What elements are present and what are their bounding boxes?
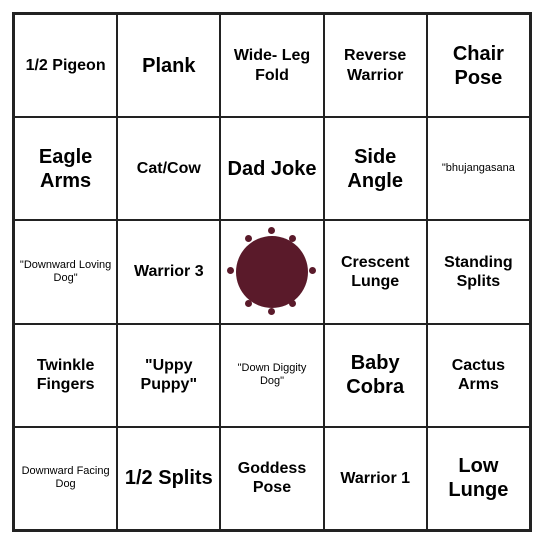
cell-r0c2: Wide- Leg Fold: [220, 14, 323, 117]
cell-r4c0: Downward Facing Dog: [14, 427, 117, 530]
free-space-dot: [245, 235, 252, 242]
free-space-dot: [289, 300, 296, 307]
cell-r1c0: Eagle Arms: [14, 117, 117, 220]
cell-r2c4: Standing Splits: [427, 220, 530, 323]
cell-r3c1: "Uppy Puppy": [117, 324, 220, 427]
cell-r2c3: Crescent Lunge: [324, 220, 427, 323]
free-space-dot: [309, 267, 316, 274]
cell-r4c3: Warrior 1: [324, 427, 427, 530]
cell-r4c1: 1/2 Splits: [117, 427, 220, 530]
cell-r2c2: [220, 220, 323, 323]
free-space-dot: [227, 267, 234, 274]
free-space-circle-container: [227, 227, 317, 317]
free-space-dot: [268, 227, 275, 234]
cell-r1c1: Cat/Cow: [117, 117, 220, 220]
cell-r1c2: Dad Joke: [220, 117, 323, 220]
cell-r2c1: Warrior 3: [117, 220, 220, 323]
cell-r0c0: 1/2 Pigeon: [14, 14, 117, 117]
cell-r4c2: Goddess Pose: [220, 427, 323, 530]
cell-r4c4: Low Lunge: [427, 427, 530, 530]
cell-r1c4: "bhujangasana: [427, 117, 530, 220]
free-space-dot: [289, 235, 296, 242]
cell-r1c3: Side Angle: [324, 117, 427, 220]
cell-r3c0: Twinkle Fingers: [14, 324, 117, 427]
cell-r0c1: Plank: [117, 14, 220, 117]
bingo-board: 1/2 PigeonPlankWide- Leg FoldReverse War…: [12, 12, 532, 532]
cell-r3c3: Baby Cobra: [324, 324, 427, 427]
free-space-dot: [268, 308, 275, 315]
free-space-dot: [245, 300, 252, 307]
cell-r0c4: Chair Pose: [427, 14, 530, 117]
cell-r0c3: Reverse Warrior: [324, 14, 427, 117]
cell-r3c2: "Down Diggity Dog": [220, 324, 323, 427]
cell-r3c4: Cactus Arms: [427, 324, 530, 427]
cell-r2c0: "Downward Loving Dog": [14, 220, 117, 323]
free-space-circle: [236, 236, 308, 308]
